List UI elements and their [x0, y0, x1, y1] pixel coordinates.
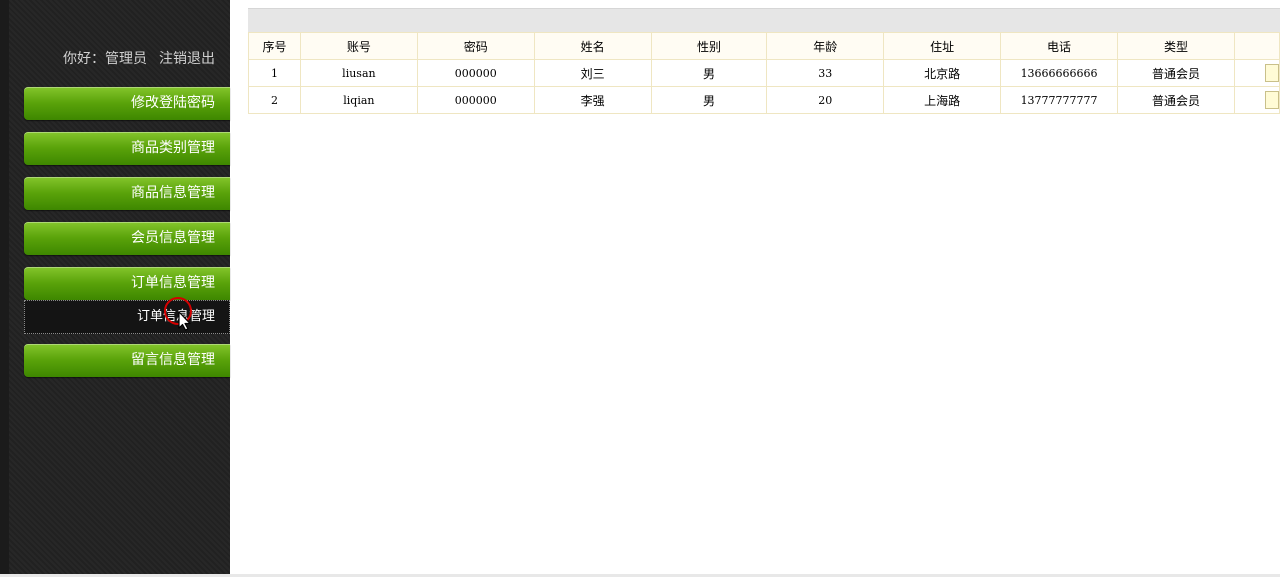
cell-account: liusan — [299, 59, 418, 87]
cell-name: 刘三 — [533, 59, 652, 87]
menu-order-management-button[interactable]: 订单信息管理 — [24, 267, 230, 300]
cell-address: 上海路 — [883, 86, 1002, 114]
cell-address: 北京路 — [883, 59, 1002, 87]
column-header-actions — [1233, 32, 1280, 60]
menu-product-management-button[interactable]: 商品信息管理 — [24, 177, 230, 210]
cell-account: liqian — [299, 86, 418, 114]
column-header-name: 姓名 — [533, 32, 652, 60]
cell-gender: 男 — [650, 86, 768, 114]
cell-type: 普通会员 — [1117, 86, 1235, 114]
menu-change-password-button[interactable]: 修改登陆密码 — [24, 87, 230, 120]
cell-phone: 13777777777 — [1000, 86, 1119, 114]
cell-actions — [1233, 86, 1280, 114]
column-header-age: 年龄 — [766, 32, 885, 60]
cell-gender: 男 — [650, 59, 768, 87]
table-row: 1 liusan 000000 刘三 男 33 北京路 13666666666 … — [248, 59, 1280, 87]
cell-password: 000000 — [416, 86, 535, 114]
menu-member-management-button[interactable]: 会员信息管理 — [24, 222, 230, 255]
cell-age: 33 — [766, 59, 885, 87]
table-row: 2 liqian 000000 李强 男 20 上海路 13777777777 … — [248, 86, 1280, 114]
content-header-bar — [248, 8, 1280, 33]
sidebar: 你好：管理员 注销退出 修改登陆密码 商品类别管理 商品信息管理 会员信息管理 订… — [0, 0, 230, 574]
column-header-gender: 性别 — [650, 32, 768, 60]
cell-type: 普通会员 — [1117, 59, 1235, 87]
mouse-pointer-icon — [164, 297, 192, 331]
column-header-account: 账号 — [299, 32, 418, 60]
cell-index: 1 — [248, 59, 301, 87]
user-greeting-area: 你好：管理员 注销退出 — [63, 48, 215, 68]
column-header-address: 住址 — [883, 32, 1002, 60]
cell-password: 000000 — [416, 59, 535, 87]
sidebar-edge — [0, 0, 9, 574]
row-action-button[interactable] — [1264, 64, 1279, 82]
member-table: 序号 账号 密码 姓名 性别 年龄 住址 电话 类型 1 liusan 0000… — [248, 32, 1280, 114]
table-header-row: 序号 账号 密码 姓名 性别 年龄 住址 电话 类型 — [248, 32, 1280, 60]
column-header-type: 类型 — [1117, 32, 1235, 60]
logout-link[interactable]: 注销退出 — [159, 51, 215, 67]
column-header-password: 密码 — [416, 32, 535, 60]
row-action-button[interactable] — [1264, 91, 1279, 109]
column-header-index: 序号 — [248, 32, 301, 60]
greeting-text: 你好：管理员 — [63, 51, 147, 67]
menu-category-management-button[interactable]: 商品类别管理 — [24, 132, 230, 165]
submenu-order-management-item[interactable]: 订单信息管理 — [24, 300, 230, 334]
cell-index: 2 — [248, 86, 301, 114]
cell-name: 李强 — [533, 86, 652, 114]
cell-actions — [1233, 59, 1280, 87]
cell-phone: 13666666666 — [1000, 59, 1119, 87]
column-header-phone: 电话 — [1000, 32, 1119, 60]
cell-age: 20 — [766, 86, 885, 114]
menu-message-management-button[interactable]: 留言信息管理 — [24, 344, 230, 377]
